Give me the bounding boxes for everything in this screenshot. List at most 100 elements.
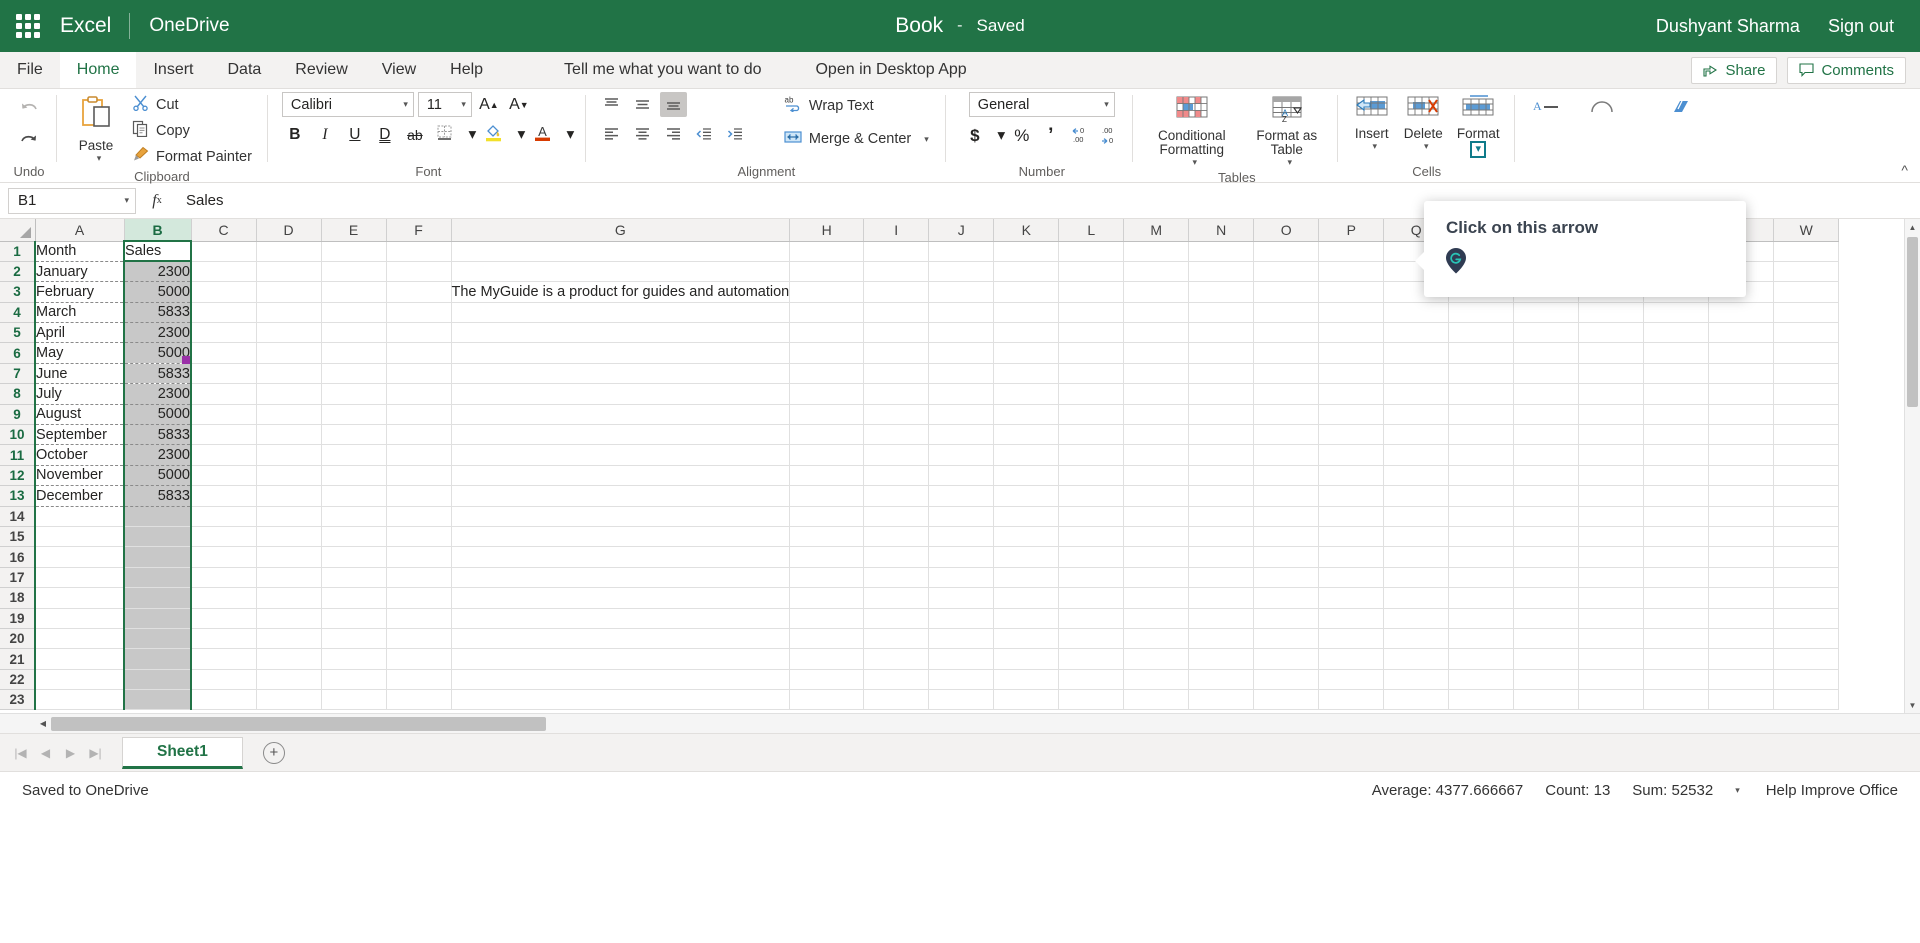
cell-T5[interactable]	[1579, 323, 1644, 343]
cell-U20[interactable]	[1644, 628, 1709, 648]
column-header-D[interactable]: D	[256, 219, 321, 241]
format-as-table-button[interactable]: A Z Format as Table ▾	[1247, 92, 1327, 170]
cell-W17[interactable]	[1774, 567, 1839, 587]
cell-V9[interactable]	[1709, 404, 1774, 424]
redo-button[interactable]	[12, 126, 46, 156]
cell-Q14[interactable]	[1384, 506, 1449, 526]
cell-N2[interactable]	[1189, 261, 1254, 281]
cell-R5[interactable]	[1449, 323, 1514, 343]
cell-C6[interactable]	[191, 343, 256, 363]
cell-M10[interactable]	[1124, 425, 1189, 445]
underline-button[interactable]: U	[342, 122, 368, 147]
cell-T22[interactable]	[1579, 669, 1644, 689]
column-header-I[interactable]: I	[864, 219, 929, 241]
cell-I21[interactable]	[864, 649, 929, 669]
horizontal-scroll-track[interactable]	[51, 715, 1920, 733]
cell-R9[interactable]	[1449, 404, 1514, 424]
column-header-P[interactable]: P	[1319, 219, 1384, 241]
cell-G8[interactable]	[451, 384, 790, 404]
align-left-button[interactable]	[598, 122, 625, 147]
tab-insert[interactable]: Insert	[136, 52, 210, 88]
cell-T23[interactable]	[1579, 690, 1644, 710]
cell-C19[interactable]	[191, 608, 256, 628]
cell-G21[interactable]	[451, 649, 790, 669]
cell-Q10[interactable]	[1384, 425, 1449, 445]
cell-I12[interactable]	[864, 465, 929, 485]
cell-F4[interactable]	[386, 302, 451, 322]
vertical-scroll-thumb[interactable]	[1907, 237, 1918, 407]
cell-D6[interactable]	[256, 343, 321, 363]
cell-A22[interactable]	[35, 669, 124, 689]
cell-T10[interactable]	[1579, 425, 1644, 445]
row-header-6[interactable]: 6	[0, 343, 35, 363]
cell-A9[interactable]: August	[35, 404, 124, 424]
delete-cells-button[interactable]: Delete ▾	[1400, 92, 1447, 154]
cell-E12[interactable]	[321, 465, 386, 485]
cell-T15[interactable]	[1579, 526, 1644, 546]
cell-Q7[interactable]	[1384, 363, 1449, 383]
cell-F2[interactable]	[386, 261, 451, 281]
cell-L14[interactable]	[1059, 506, 1124, 526]
cell-U7[interactable]	[1644, 363, 1709, 383]
cell-J1[interactable]	[929, 241, 994, 261]
cell-H13[interactable]	[790, 486, 864, 506]
coachmark-popup[interactable]: Click on this arrow	[1424, 201, 1746, 297]
cell-A20[interactable]	[35, 628, 124, 648]
cell-F11[interactable]	[386, 445, 451, 465]
cell-O13[interactable]	[1254, 486, 1319, 506]
cell-O14[interactable]	[1254, 506, 1319, 526]
cell-G7[interactable]	[451, 363, 790, 383]
cell-M1[interactable]	[1124, 241, 1189, 261]
cell-H14[interactable]	[790, 506, 864, 526]
cell-R19[interactable]	[1449, 608, 1514, 628]
cell-G12[interactable]	[451, 465, 790, 485]
cell-E4[interactable]	[321, 302, 386, 322]
format-painter-button[interactable]: Format Painter	[127, 144, 257, 169]
delete-chevron-down-icon[interactable]: ▾	[1418, 141, 1429, 152]
cell-Q6[interactable]	[1384, 343, 1449, 363]
cell-O12[interactable]	[1254, 465, 1319, 485]
cell-F16[interactable]	[386, 547, 451, 567]
cell-I15[interactable]	[864, 526, 929, 546]
cell-G1[interactable]	[451, 241, 790, 261]
cell-H23[interactable]	[790, 690, 864, 710]
column-header-H[interactable]: H	[790, 219, 864, 241]
cell-I9[interactable]	[864, 404, 929, 424]
scroll-up-arrow-icon[interactable]: ▲	[1905, 219, 1920, 235]
cell-G10[interactable]	[451, 425, 790, 445]
cell-F15[interactable]	[386, 526, 451, 546]
fill-color-chevron-down-icon[interactable]: ▾	[511, 122, 526, 147]
column-header-B[interactable]: B	[124, 219, 191, 241]
cell-V18[interactable]	[1709, 588, 1774, 608]
row-header-9[interactable]: 9	[0, 404, 35, 424]
cell-S5[interactable]	[1514, 323, 1579, 343]
cell-J20[interactable]	[929, 628, 994, 648]
cell-V7[interactable]	[1709, 363, 1774, 383]
currency-chevron-down-icon[interactable]: ▾	[991, 123, 1006, 148]
tab-file[interactable]: File	[0, 52, 60, 88]
cell-E17[interactable]	[321, 567, 386, 587]
merge-chevron-down-icon[interactable]: ▾	[918, 134, 929, 145]
cell-W21[interactable]	[1774, 649, 1839, 669]
cell-L5[interactable]	[1059, 323, 1124, 343]
cell-S6[interactable]	[1514, 343, 1579, 363]
cell-M8[interactable]	[1124, 384, 1189, 404]
cell-W19[interactable]	[1774, 608, 1839, 628]
cell-U22[interactable]	[1644, 669, 1709, 689]
cell-N13[interactable]	[1189, 486, 1254, 506]
cell-K20[interactable]	[994, 628, 1059, 648]
cell-K22[interactable]	[994, 669, 1059, 689]
number-format-select[interactable]: General ▾	[969, 92, 1115, 117]
cell-F23[interactable]	[386, 690, 451, 710]
cell-V11[interactable]	[1709, 445, 1774, 465]
cell-C13[interactable]	[191, 486, 256, 506]
cell-V13[interactable]	[1709, 486, 1774, 506]
cell-V8[interactable]	[1709, 384, 1774, 404]
cell-B6[interactable]: 5000	[124, 343, 191, 363]
column-header-G[interactable]: G	[451, 219, 790, 241]
cell-A16[interactable]	[35, 547, 124, 567]
tab-data[interactable]: Data	[210, 52, 278, 88]
cell-P3[interactable]	[1319, 282, 1384, 302]
borders-button[interactable]	[432, 122, 458, 147]
cell-L19[interactable]	[1059, 608, 1124, 628]
